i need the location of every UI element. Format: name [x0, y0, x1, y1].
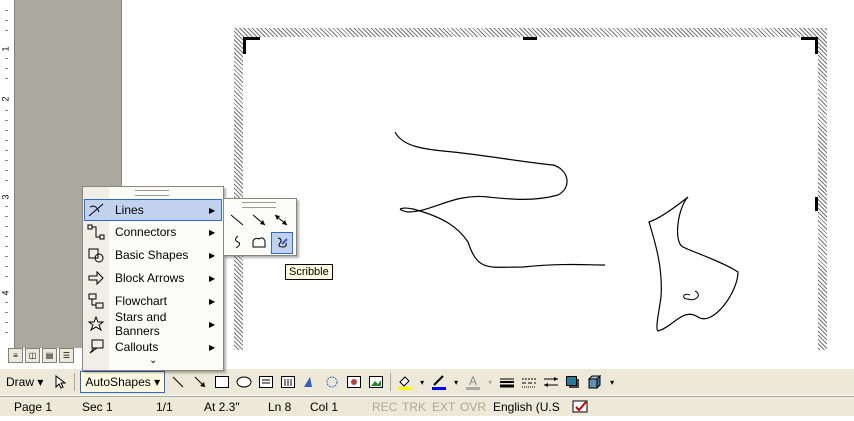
drawing-toolbar: Draw ▾ AutoShapes ▾ ▾ ▾ A ▾ ▾ [0, 368, 854, 395]
status-trk[interactable]: TRK [402, 400, 426, 414]
web-layout-view-icon[interactable]: ◫ [25, 348, 40, 363]
status-ovr[interactable]: OVR [460, 400, 486, 414]
menu-item-callouts[interactable]: Callouts ▶ [85, 337, 221, 357]
arrow-style-icon[interactable] [542, 372, 560, 392]
wordart-icon[interactable] [301, 372, 319, 392]
scribble-drawing[interactable] [243, 37, 818, 352]
autoshapes-label: AutoShapes [85, 375, 151, 389]
menu-item-lines[interactable]: Lines ▶ [84, 199, 222, 221]
diagram-icon[interactable] [323, 372, 341, 392]
normal-view-icon[interactable]: ≡ [8, 348, 23, 363]
status-column: Col 1 [310, 400, 339, 414]
oval-icon[interactable] [235, 372, 253, 392]
line-color-dropdown[interactable]: ▾ [452, 372, 460, 392]
picture-icon[interactable] [367, 372, 385, 392]
lines-icon [85, 201, 107, 219]
dash-style-icon[interactable] [520, 372, 538, 392]
arrow-tool-icon[interactable] [249, 210, 269, 230]
ruler-number: 3 [0, 194, 11, 200]
status-position: At 2.3" [204, 400, 240, 414]
status-language: English (U.S [493, 400, 560, 414]
ruler-number: 2 [0, 96, 11, 102]
draw-label: Draw [6, 375, 35, 389]
menu-item-block-arrows[interactable]: Block Arrows ▶ [85, 268, 221, 288]
ruler-number: 1 [0, 46, 11, 52]
basic-shapes-icon [85, 246, 107, 264]
outline-view-icon[interactable]: ☰ [59, 348, 74, 363]
3d-style-icon[interactable] [586, 372, 604, 392]
stars-banners-icon [85, 315, 107, 333]
scribble-tool-icon[interactable] [271, 232, 293, 254]
double-arrow-tool-icon[interactable] [271, 210, 291, 230]
tooltip: Scribble [285, 264, 333, 280]
menu-item-stars-banners[interactable]: Stars and Banners ▶ [85, 310, 221, 338]
font-color-dropdown[interactable]: ▾ [486, 372, 494, 392]
menu-item-basic-shapes[interactable]: Basic Shapes ▶ [85, 245, 221, 265]
fill-color-icon[interactable] [396, 372, 414, 392]
submenu-drag-handle[interactable] [242, 202, 276, 208]
print-layout-view-icon[interactable]: ▤ [42, 348, 57, 363]
line-tool-icon[interactable] [227, 210, 247, 230]
status-rec[interactable]: REC [372, 400, 397, 414]
font-color-icon[interactable]: A [464, 372, 482, 392]
text-box-icon[interactable] [257, 372, 275, 392]
select-pointer-icon[interactable] [51, 372, 69, 392]
toolbar-options-chevron-icon[interactable]: ▾ [608, 372, 616, 392]
fill-color-dropdown[interactable]: ▾ [418, 372, 426, 392]
rectangle-icon[interactable] [213, 372, 231, 392]
clip-art-icon[interactable] [345, 372, 363, 392]
scribble-stroke-3 [683, 290, 699, 301]
connectors-icon [85, 223, 107, 241]
arrow-icon[interactable] [191, 372, 209, 392]
autoshapes-menu: Lines ▶ Connectors ▶ Basic Shapes ▶ Block A… [82, 186, 224, 371]
status-page: Page 1 [14, 400, 53, 414]
status-section: Sec 1 [82, 400, 113, 414]
menu-item-flowchart[interactable]: Flowchart ▶ [85, 291, 221, 311]
menu-expand-chevron-icon[interactable]: ⌄ [149, 355, 157, 366]
drawing-canvas[interactable] [243, 37, 818, 352]
vertical-ruler[interactable]: 1 2 3 4 [0, 0, 15, 348]
shadow-style-icon[interactable] [564, 372, 582, 392]
freeform-tool-icon[interactable] [249, 232, 269, 252]
line-style-icon[interactable] [498, 372, 516, 392]
lines-submenu [223, 198, 297, 256]
menu-drag-handle[interactable] [135, 190, 169, 196]
ruler-number: 4 [0, 290, 11, 296]
status-bar: Page 1 Sec 1 1/1 At 2.3" Ln 8 Col 1 REC … [0, 396, 854, 417]
status-ext[interactable]: EXT [432, 400, 455, 414]
flowchart-icon [85, 292, 107, 310]
vertical-text-box-icon[interactable] [279, 372, 297, 392]
svg-text:A: A [469, 374, 477, 388]
curve-tool-icon[interactable] [227, 232, 247, 252]
callouts-icon [85, 338, 107, 356]
scribble-stroke-2 [648, 196, 739, 332]
block-arrows-icon [85, 269, 107, 287]
status-page-count: 1/1 [156, 400, 173, 414]
status-line: Ln 8 [268, 400, 292, 414]
scribble-stroke-1 [394, 131, 606, 268]
line-icon[interactable] [169, 372, 187, 392]
autoshapes-menu-button[interactable]: AutoShapes ▾ [80, 371, 166, 393]
view-buttons: ≡ ◫ ▤ ☰ [8, 348, 74, 364]
line-color-icon[interactable] [430, 372, 448, 392]
menu-item-connectors[interactable]: Connectors ▶ [85, 222, 221, 242]
spelling-check-icon[interactable] [572, 400, 590, 417]
bottom-strip [0, 416, 854, 421]
draw-menu-button[interactable]: Draw ▾ [2, 372, 47, 392]
